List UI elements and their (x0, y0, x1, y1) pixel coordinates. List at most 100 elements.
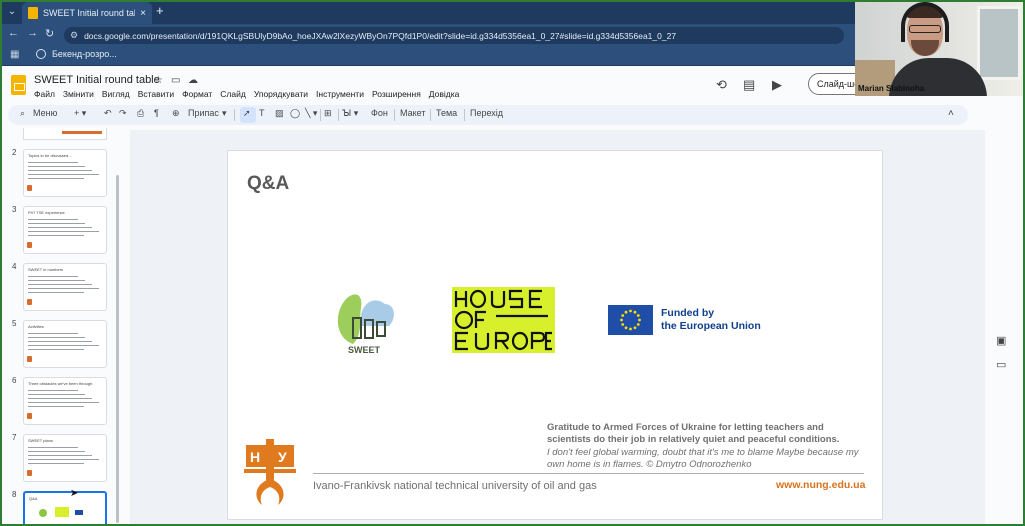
transition-button[interactable]: Перехід (470, 108, 503, 118)
search-menus-label[interactable]: Меню (33, 108, 57, 118)
menu-edit[interactable]: Змінити (63, 89, 94, 99)
slide-thumbnail[interactable]: SWEET in numbers (23, 263, 107, 311)
eu-funding-logo: Funded by the European Union (608, 305, 761, 335)
thumbnail-sweet-logo (39, 509, 47, 517)
new-tab-button[interactable]: + (156, 4, 164, 18)
tab-list-dropdown-icon[interactable]: ⌄ (4, 4, 20, 20)
comments-icon[interactable]: ▤ (743, 77, 755, 93)
search-menus-icon[interactable]: ⌕ (20, 108, 25, 119)
bookmark-label: Бекенд-розро... (52, 49, 117, 59)
menu-view[interactable]: Вигляд (102, 89, 130, 99)
layout-button[interactable]: Макет (400, 108, 425, 118)
house-of-europe-logo (452, 287, 555, 353)
menu-extensions[interactable]: Розширення (372, 89, 421, 99)
quote-text[interactable]: I don't feel global warming, doubt that … (547, 447, 867, 471)
image-icon[interactable]: ▨ (275, 108, 284, 119)
select-cursor-icon[interactable]: ➚ (243, 108, 251, 119)
cloud-status-icon[interactable]: ☁ (188, 75, 198, 86)
site-info-icon[interactable]: ⚙ (70, 30, 78, 41)
thumbnail-text-line (28, 235, 84, 236)
toolbar-divider (320, 109, 321, 121)
slide-thumbnail[interactable]: SWEET plans (23, 434, 107, 482)
keep-notes-icon[interactable]: ▣ (996, 334, 1006, 347)
text-box-icon[interactable]: T (259, 108, 265, 118)
history-icon[interactable]: ⟲ (716, 77, 727, 93)
thumbnail-text-line (28, 337, 85, 338)
editing-toolbar: ⌕ Меню + ▾ ↶ ↷ ⎙ ¶ ⊕ Припас ▾ ➚ T ▨ ◯ ╲ … (8, 105, 968, 125)
folder-icon[interactable]: ▭ (996, 358, 1006, 371)
thumbnail-text-line (28, 341, 92, 342)
filmstrip-scrollbar[interactable] (116, 175, 119, 523)
document-title[interactable]: SWEET Initial round table (34, 74, 160, 86)
paint-format-icon[interactable]: ¶ (154, 108, 159, 118)
redo-icon[interactable]: ↷ (119, 108, 127, 119)
zoom-chevron-down-icon[interactable]: ▾ (222, 108, 227, 119)
slide-thumbnail[interactable]: Q&A (23, 491, 107, 526)
background-button[interactable]: Фон (371, 108, 388, 118)
toolbar-divider (464, 109, 465, 121)
slide-thumbnail-partial[interactable] (23, 128, 107, 140)
university-website[interactable]: www.nung.edu.ua (776, 479, 865, 491)
university-name[interactable]: Ivano-Frankivsk national technical unive… (313, 480, 597, 492)
zoom-dropdown[interactable]: Припас (188, 108, 219, 118)
meet-camera-icon[interactable]: ▶ (772, 77, 782, 93)
toolbar-divider (430, 109, 431, 121)
current-slide[interactable]: Q&A SWEET Funded by the European Union G… (227, 150, 883, 520)
thumbnail-text-line (28, 394, 85, 395)
gratitude-text[interactable]: Gratitude to Armed Forces of Ukraine for… (547, 422, 867, 446)
thumbnail-logo (27, 413, 32, 419)
zoom-icon[interactable]: ⊕ (172, 108, 180, 119)
slides-logo-icon[interactable] (11, 75, 26, 95)
university-logo: НУ (244, 439, 296, 505)
theme-button[interactable]: Тема (436, 108, 457, 118)
thumbnail-text-line (28, 227, 92, 228)
forward-icon[interactable]: → (27, 27, 38, 39)
sweet-logo-label: SWEET (348, 345, 381, 355)
thumbnail-bar (62, 131, 102, 134)
slide-title[interactable]: Q&A (247, 173, 289, 195)
menu-slide[interactable]: Слайд (220, 89, 246, 99)
menu-format[interactable]: Формат (182, 89, 212, 99)
menu-help[interactable]: Довідка (429, 89, 460, 99)
browser-tab[interactable]: SWEET Initial round table × (22, 2, 152, 24)
slide-number: 6 (12, 376, 17, 385)
slide-number: 8 (12, 490, 17, 499)
slide-number: 7 (12, 433, 17, 442)
slide-thumbnail[interactable]: Activities (23, 320, 107, 368)
move-folder-icon[interactable]: ▭ (171, 75, 180, 86)
thumbnail-text-line (28, 288, 99, 289)
star-icon[interactable]: ☆ (154, 75, 163, 86)
line-icon[interactable]: ╲ ▾ (305, 108, 317, 119)
shape-icon[interactable]: ◯ (290, 108, 300, 119)
menu-arrange[interactable]: Упорядкувати (254, 89, 308, 99)
svg-text:У: У (278, 449, 287, 465)
thumbnail-text-line (28, 406, 84, 407)
url-field[interactable]: ⚙ docs.google.com/presentation/d/191QKLg… (64, 27, 844, 44)
comment-add-icon[interactable]: ⊞ (324, 108, 332, 119)
print-icon[interactable]: ⎙ (137, 108, 144, 119)
thumbnail-text-line (28, 459, 99, 460)
thumbnail-title: PhT TSE experience (28, 210, 65, 215)
slide-thumbnail[interactable]: Topics to be discussed... (23, 149, 107, 197)
webcam-overlay: Marian Slabinoha (855, 0, 1025, 96)
menu-insert[interactable]: Вставити (138, 89, 174, 99)
thumbnail-text-line (28, 455, 92, 456)
back-icon[interactable]: ← (8, 27, 19, 39)
undo-icon[interactable]: ↶ (104, 108, 112, 119)
bookmark-item[interactable]: Бекенд-розро... (36, 49, 117, 59)
webcam-window (977, 6, 1021, 80)
collapse-menus-icon[interactable]: ˄ (948, 108, 954, 119)
tab-close-button[interactable]: × (140, 8, 146, 19)
slide-thumbnail[interactable]: PhT TSE experience (23, 206, 107, 254)
menu-file[interactable]: Файл (34, 89, 55, 99)
menu-tools[interactable]: Інструменти (316, 89, 364, 99)
slide-number: 2 (12, 148, 17, 157)
apps-grid-icon[interactable]: ▦ (10, 49, 19, 60)
thumbnail-eu-logo (75, 510, 83, 515)
slide-thumbnail[interactable]: Three obstacles we've been through (23, 377, 107, 425)
mouse-cursor-icon: ➤ (70, 488, 79, 499)
new-slide-icon[interactable]: + ▾ (74, 108, 86, 119)
reload-icon[interactable]: ↻ (45, 27, 54, 40)
input-tools-icon[interactable]: Ꙑ ▾ (342, 108, 358, 119)
thumbnail-logo (27, 299, 32, 305)
